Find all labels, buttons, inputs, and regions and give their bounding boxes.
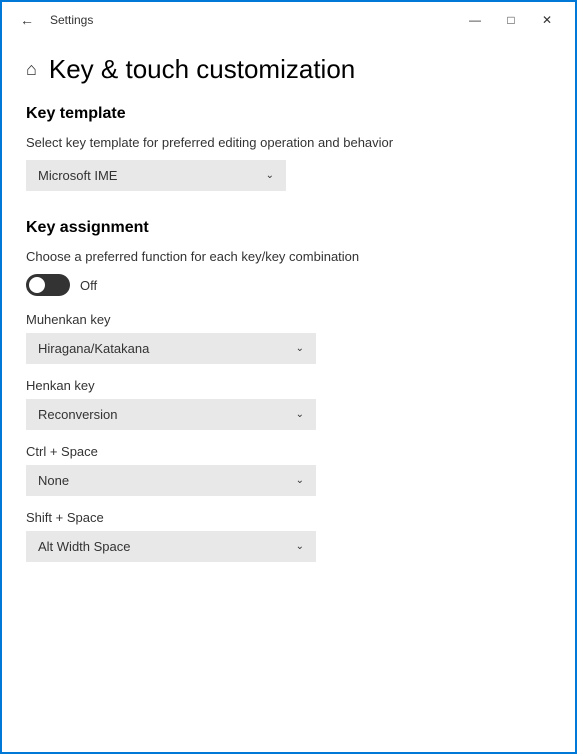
key-assignment-toggle[interactable] (26, 274, 70, 296)
key-assignment-description: Choose a preferred function for each key… (26, 249, 551, 264)
settings-window: ← Settings — □ ✕ ⌂ Key & touch customiza… (0, 0, 577, 754)
ctrl-space-dropdown[interactable]: None ⌄ (26, 465, 316, 496)
key-template-dropdown[interactable]: Microsoft IME ⌄ (26, 160, 286, 191)
key-assignment-section: Key assignment Choose a preferred functi… (26, 219, 551, 562)
muhenkan-value: Hiragana/Katakana (38, 341, 149, 356)
muhenkan-arrow: ⌄ (296, 343, 304, 354)
shift-space-label: Shift + Space (26, 510, 551, 525)
page-title: Key & touch customization (49, 54, 355, 85)
back-button[interactable]: ← (14, 10, 40, 30)
toggle-row: Off (26, 274, 551, 296)
title-bar: ← Settings — □ ✕ (2, 2, 575, 38)
henkan-arrow: ⌄ (296, 409, 304, 420)
key-assignment-title: Key assignment (26, 219, 551, 237)
key-template-description: Select key template for preferred editin… (26, 135, 551, 150)
page-header: ⌂ Key & touch customization (26, 38, 551, 105)
page-content: ⌂ Key & touch customization Key template… (2, 38, 575, 752)
title-bar-controls: — □ ✕ (459, 8, 563, 32)
henkan-label: Henkan key (26, 378, 551, 393)
minimize-button[interactable]: — (459, 8, 491, 32)
ctrl-space-option: Ctrl + Space None ⌄ (26, 444, 551, 496)
title-bar-left: ← Settings (14, 10, 93, 30)
muhenkan-label: Muhenkan key (26, 312, 551, 327)
muhenkan-option: Muhenkan key Hiragana/Katakana ⌄ (26, 312, 551, 364)
maximize-button[interactable]: □ (495, 8, 527, 32)
toggle-knob (29, 277, 45, 293)
toggle-state-label: Off (80, 278, 97, 293)
key-template-arrow: ⌄ (266, 170, 274, 181)
key-template-title: Key template (26, 105, 551, 123)
ctrl-space-label: Ctrl + Space (26, 444, 551, 459)
muhenkan-dropdown[interactable]: Hiragana/Katakana ⌄ (26, 333, 316, 364)
ctrl-space-value: None (38, 473, 69, 488)
key-template-section: Key template Select key template for pre… (26, 105, 551, 191)
shift-space-value: Alt Width Space (38, 539, 131, 554)
shift-space-dropdown[interactable]: Alt Width Space ⌄ (26, 531, 316, 562)
shift-space-arrow: ⌄ (296, 541, 304, 552)
henkan-option: Henkan key Reconversion ⌄ (26, 378, 551, 430)
henkan-value: Reconversion (38, 407, 118, 422)
window-title: Settings (50, 13, 93, 27)
henkan-dropdown[interactable]: Reconversion ⌄ (26, 399, 316, 430)
shift-space-option: Shift + Space Alt Width Space ⌄ (26, 510, 551, 562)
home-icon[interactable]: ⌂ (26, 59, 37, 80)
ctrl-space-arrow: ⌄ (296, 475, 304, 486)
key-template-value: Microsoft IME (38, 168, 117, 183)
close-button[interactable]: ✕ (531, 8, 563, 32)
